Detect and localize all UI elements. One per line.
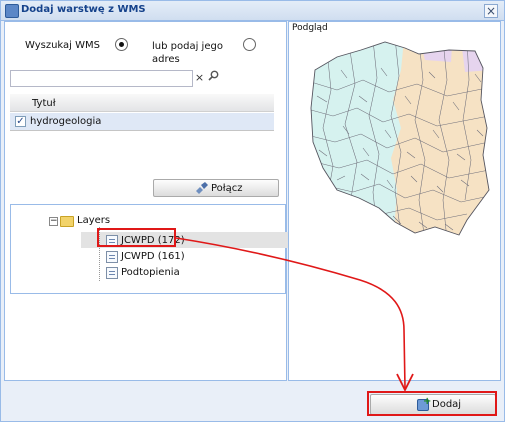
layer-icon xyxy=(106,251,118,263)
connect-button-label: Połącz xyxy=(211,183,243,194)
poland-map-preview xyxy=(310,41,490,236)
search-icon[interactable] xyxy=(207,70,220,87)
window-title: Dodaj warstwę z WMS xyxy=(21,4,146,15)
wms-layer-icon xyxy=(5,4,19,18)
annotation-highlight-add-button xyxy=(367,391,497,416)
preview-panel: Podgląd xyxy=(288,21,501,381)
plug-icon xyxy=(196,182,208,194)
tree-root-label[interactable]: Layers xyxy=(77,215,110,226)
column-title[interactable]: Tytuł xyxy=(32,98,56,109)
window-titlebar[interactable]: Dodaj warstwę z WMS × xyxy=(1,1,504,21)
table-row[interactable]: ✓ hydrogeologia xyxy=(10,113,274,131)
folder-icon xyxy=(60,216,74,227)
wms-source-panel: Wyszukaj WMS lub podaj jego adres × Tytu… xyxy=(4,21,289,381)
add-wms-layer-dialog: Dodaj warstwę z WMS × Wyszukaj WMS lub p… xyxy=(0,0,505,422)
connect-button[interactable]: Połącz xyxy=(153,179,279,197)
address-radio[interactable] xyxy=(243,38,256,51)
address-label: lub podaj jego adres xyxy=(152,41,223,65)
row-title: hydrogeologia xyxy=(30,116,102,127)
close-button[interactable]: × xyxy=(484,4,498,18)
radio-selected-dot xyxy=(119,42,124,47)
search-input[interactable] xyxy=(10,70,193,87)
clear-icon[interactable]: × xyxy=(193,70,206,87)
search-wms-label: Wyszukaj WMS xyxy=(25,40,100,51)
row-checkbox[interactable]: ✓ xyxy=(15,116,26,127)
tree-item-podtopienia[interactable]: Podtopienia xyxy=(121,267,180,278)
grid-header: Tytuł xyxy=(10,94,274,112)
tree-item-jcwpd-161[interactable]: JCWPD (161) xyxy=(121,251,185,262)
search-wms-radio[interactable] xyxy=(115,38,128,51)
layers-tree: − Layers JCWPD (172) JCWPD (161) Podtopi… xyxy=(10,204,289,294)
collapse-toggle-icon[interactable]: − xyxy=(49,217,58,226)
annotation-highlight-layer xyxy=(97,228,176,247)
layer-icon xyxy=(106,267,118,279)
